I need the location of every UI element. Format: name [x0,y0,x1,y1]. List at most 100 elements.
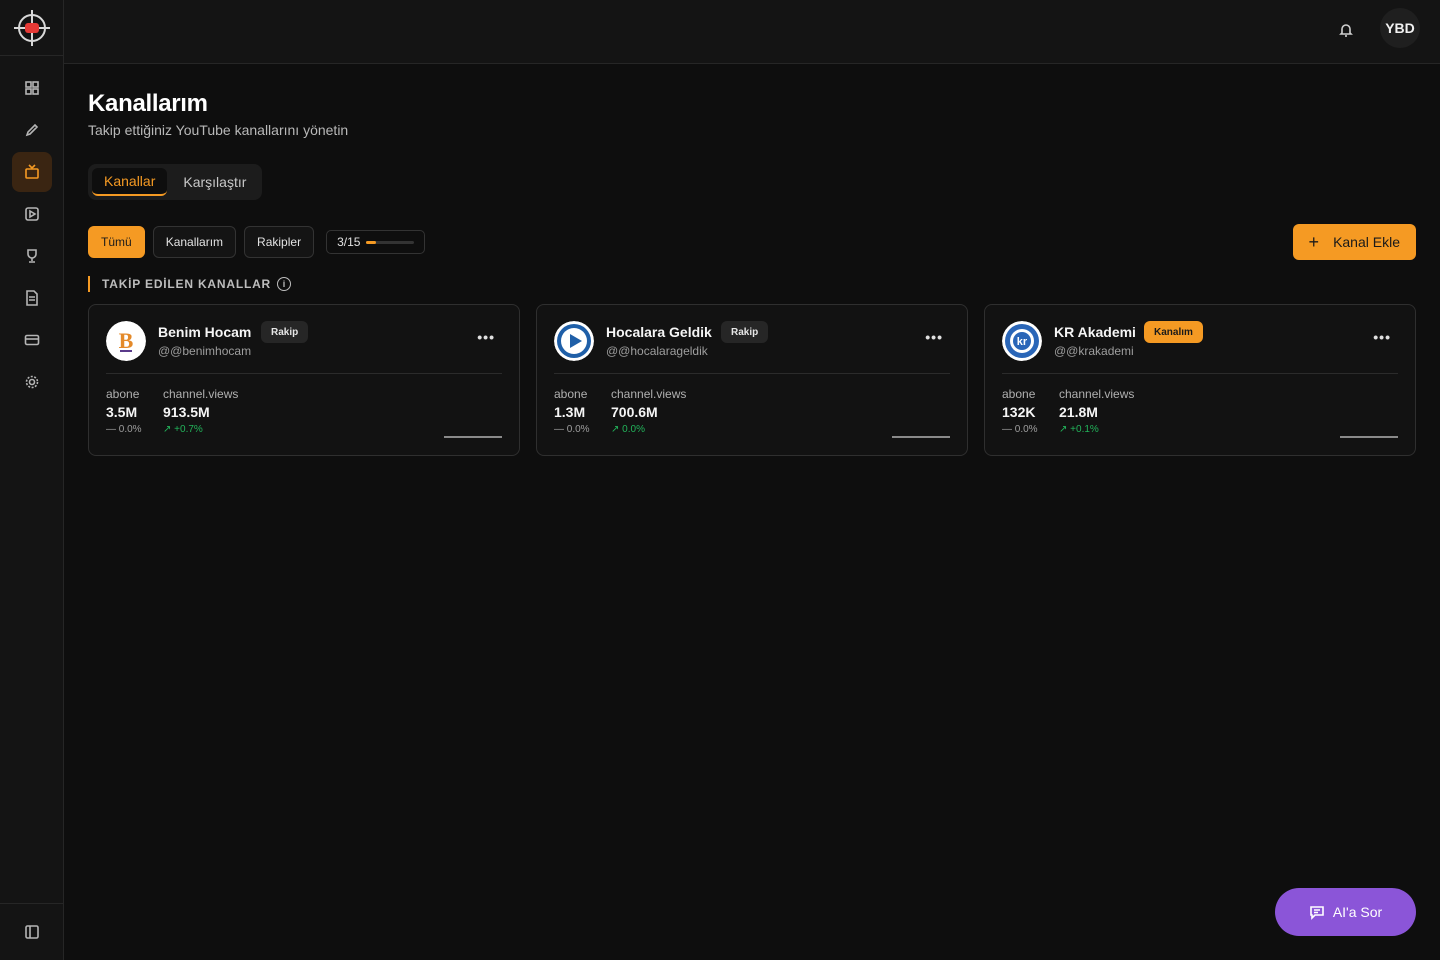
channel-logo: kr [1002,321,1042,361]
subscribers-change: — 0.0% [554,424,590,435]
page-subtitle: Takip ettiğiniz YouTube kanallarını yöne… [88,122,349,138]
more-options-button[interactable]: ••• [477,329,495,345]
subscribers-value: 132K [1002,404,1036,420]
subscribers-change: — 0.0% [1002,424,1038,435]
video-icon [24,207,39,221]
section-header: TAKİP EDİLEN KANALLAR i [88,276,292,292]
flat-trend-icon: — [106,424,119,435]
page-title: Kanallarım [88,90,208,117]
channel-card[interactable]: kr KR Akademi Kanalım @@krakademi ••• ab… [984,304,1416,456]
panel-left-icon [24,925,39,939]
subscribers-stat: abone 132K — 0.0% [1002,387,1038,435]
card-divider [106,373,502,374]
sidebar-toggle-button[interactable] [0,903,63,960]
views-stat: channel.views 700.6M ↗ 0.0% [611,387,686,435]
filter-rivals-button[interactable]: Rakipler [244,226,315,258]
channel-filters: Tümü Kanallarım Rakipler 3/15 [88,226,426,258]
channel-type-badge: Rakip [261,321,309,343]
views-change: ↗ 0.0% [611,424,645,435]
sidebar-item-rankings[interactable] [12,236,52,276]
sidebar [0,0,64,960]
user-avatar[interactable]: YBD [1380,8,1420,48]
more-options-button[interactable]: ••• [925,329,943,345]
tab-compare[interactable]: Karşılaştır [171,168,258,196]
views-stat: channel.views 913.5M ↗ +0.7% [163,387,238,435]
filter-all-button[interactable]: Tümü [88,226,145,258]
channel-handle: @@krakademi [1054,344,1134,358]
channel-logo [554,321,594,361]
tab-channels[interactable]: Kanallar [92,168,168,196]
views-value: 700.6M [611,404,658,420]
sidebar-nav [0,56,63,402]
sidebar-item-dashboard[interactable] [12,68,52,108]
gear-icon [25,375,38,389]
trend-up-icon: ↗ [611,424,623,435]
section-title: TAKİP EDİLEN KANALLAR [102,277,272,291]
notifications-button[interactable] [1338,22,1358,42]
subscribers-value: 3.5M [106,404,138,420]
chat-icon [1310,906,1324,920]
sparkline [1340,436,1398,438]
views-stat: channel.views 21.8M ↗ +0.1% [1059,387,1134,435]
channel-name: Benim Hocam [158,324,252,340]
sparkline [892,436,950,438]
subscribers-stat: abone 1.3M — 0.0% [554,387,590,435]
sparkline [444,436,502,438]
add-channel-label: Kanal Ekle [1333,234,1400,250]
bell-icon [1339,24,1353,37]
card-divider [1002,373,1398,374]
quota-progress-fill [366,240,377,244]
views-label: channel.views [163,387,239,401]
sidebar-item-billing[interactable] [12,320,52,360]
views-value: 913.5M [163,404,210,420]
subscribers-label: abone [106,387,140,401]
channel-logo: B [106,321,146,361]
channel-card[interactable]: Hocalara Geldik Rakip @@hocalarageldik •… [536,304,968,456]
views-label: channel.views [1059,387,1135,401]
flat-trend-icon: — [1002,424,1015,435]
ask-ai-label: AI'a Sor [1332,904,1383,920]
sidebar-item-reports[interactable] [12,278,52,318]
info-icon[interactable]: i [277,277,292,291]
sidebar-item-settings[interactable] [12,362,52,402]
pencil-icon [25,123,38,137]
quota-label: 3/15 [337,235,361,249]
views-label: channel.views [611,387,687,401]
channel-type-badge: Kanalım [1144,321,1203,343]
view-tabs: Kanallar Karşılaştır [88,164,263,200]
channel-type-badge: Rakip [721,321,769,343]
document-icon [25,290,38,306]
subscribers-label: abone [554,387,588,401]
grid-icon [24,81,39,95]
sidebar-item-editor[interactable] [12,110,52,150]
channel-name: KR Akademi [1054,324,1136,340]
subscribers-change: — 0.0% [106,424,142,435]
channel-cards: B Benim Hocam Rakip @@benimhocam ••• abo… [88,304,1416,456]
channel-name: Hocalara Geldik [606,324,712,340]
credit-card-icon [24,334,39,346]
sidebar-item-videos[interactable] [12,194,52,234]
trend-up-icon: ↗ [163,424,175,435]
trophy-icon [26,249,37,263]
svg-text:kr: kr [1017,336,1028,348]
sidebar-item-channels[interactable] [11,152,52,192]
views-change: ↗ +0.1% [1059,424,1099,435]
app-logo[interactable] [0,0,63,56]
filter-my-channels-button[interactable]: Kanallarım [152,226,237,258]
crosshair-logo-icon [13,9,50,46]
quota-progress-bar [366,240,415,244]
svg-text:B: B [119,328,134,353]
tv-icon [24,164,39,179]
plus-icon: + [1308,232,1320,252]
top-bar: YBD [64,0,1440,64]
ask-ai-button[interactable]: AI'a Sor [1275,888,1416,936]
channel-quota: 3/15 [326,230,426,254]
trend-up-icon: ↗ [1059,424,1071,435]
channel-handle: @@hocalarageldik [606,344,708,358]
youtube-icon [24,22,39,33]
more-options-button[interactable]: ••• [1373,329,1391,345]
channel-card[interactable]: B Benim Hocam Rakip @@benimhocam ••• abo… [88,304,520,456]
add-channel-button[interactable]: + Kanal Ekle [1292,224,1416,260]
flat-trend-icon: — [554,424,567,435]
views-change: ↗ +0.7% [163,424,203,435]
